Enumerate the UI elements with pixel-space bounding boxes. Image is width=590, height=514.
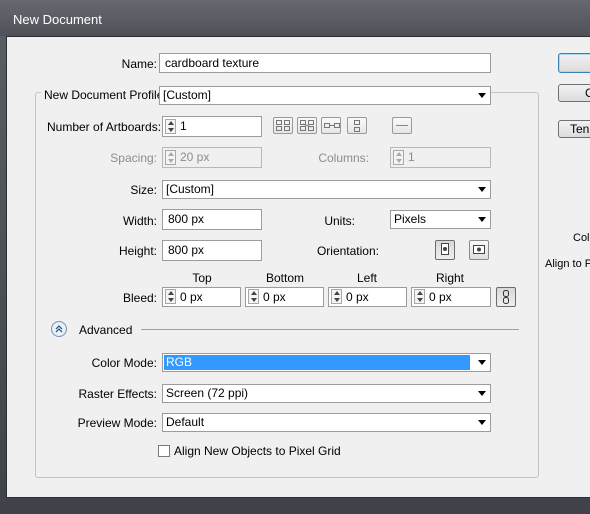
profile-value: [Custom] <box>163 88 212 102</box>
grid-by-row-icon <box>276 120 290 131</box>
spacing-input[interactable]: 20 px <box>162 147 262 168</box>
bleed-top-value: 0 px <box>180 290 203 304</box>
units-value: Pixels <box>394 212 427 226</box>
stepper-icon[interactable] <box>331 289 342 304</box>
name-label: Name: <box>121 57 157 71</box>
bleed-label: Bleed: <box>122 291 157 305</box>
artboards-label: Number of Artboards: <box>47 120 162 134</box>
change-to-rtl-button[interactable] <box>392 117 412 134</box>
chevron-down-icon <box>478 187 486 192</box>
bleed-right-value: 0 px <box>429 290 452 304</box>
advanced-label: Advanced <box>79 323 133 337</box>
width-label: Width: <box>122 214 157 228</box>
stepper-icon[interactable] <box>165 150 176 165</box>
chain-link-icon <box>503 290 509 304</box>
ok-button[interactable] <box>558 53 590 73</box>
columns-input[interactable]: 1 <box>390 147 491 168</box>
raster-effects-label: Raster Effects: <box>78 387 157 401</box>
info-align-text: Align to P <box>545 258 590 270</box>
chevron-down-icon <box>478 360 486 365</box>
width-input[interactable]: 800 px <box>162 209 262 230</box>
stepper-icon[interactable] <box>393 150 404 165</box>
color-mode-label: Color Mode: <box>91 356 157 370</box>
grid-by-column-icon <box>300 120 314 131</box>
title-bar[interactable]: New Document <box>0 0 590 36</box>
raster-effects-value: Screen (72 ppi) <box>166 386 249 400</box>
spacing-label: Spacing: <box>110 151 157 165</box>
cancel-button[interactable]: C <box>558 84 590 102</box>
portrait-icon <box>441 243 449 255</box>
stepper-icon[interactable] <box>248 289 259 304</box>
bleed-right-label: Right <box>435 271 464 285</box>
stepper-icon[interactable] <box>165 289 176 304</box>
preview-mode-value: Default <box>166 415 205 429</box>
units-select[interactable]: Pixels <box>390 210 491 229</box>
artboards-input[interactable]: 1 <box>162 116 262 137</box>
columns-label: Columns: <box>318 151 369 165</box>
info-color-text: Colo <box>573 232 590 244</box>
arrange-by-row-button[interactable] <box>321 117 341 134</box>
orientation-label: Orientation: <box>316 244 379 258</box>
profile-select[interactable]: [Custom] <box>159 86 491 105</box>
portrait-orientation-button[interactable] <box>435 240 455 260</box>
height-label: Height: <box>118 244 157 258</box>
color-mode-value: RGB <box>164 355 470 370</box>
bleed-bottom-input[interactable]: 0 px <box>245 287 324 307</box>
grid-by-row-button[interactable] <box>273 117 293 134</box>
color-mode-select[interactable]: RGB <box>162 353 491 372</box>
bleed-bottom-label: Bottom <box>265 271 304 285</box>
window-title: New Document <box>13 12 102 27</box>
spacing-value: 20 px <box>180 150 210 164</box>
arrange-by-row-icon <box>324 123 340 128</box>
advanced-toggle-button[interactable] <box>51 321 67 337</box>
arrange-by-column-button[interactable] <box>347 117 367 134</box>
stepper-icon[interactable] <box>165 119 176 134</box>
size-select[interactable]: [Custom] <box>162 180 491 199</box>
chevron-down-icon <box>478 217 486 222</box>
bleed-left-value: 0 px <box>346 290 369 304</box>
templates-button[interactable]: Ten <box>558 120 590 138</box>
preview-mode-select[interactable]: Default <box>162 413 491 432</box>
landscape-icon <box>473 245 485 254</box>
bleed-right-input[interactable]: 0 px <box>411 287 491 307</box>
name-input[interactable]: cardboard texture <box>159 53 491 73</box>
bleed-top-input[interactable]: 0 px <box>162 287 241 307</box>
bleed-left-label: Left <box>356 271 377 285</box>
stepper-icon[interactable] <box>414 289 425 304</box>
height-input[interactable]: 800 px <box>162 240 262 261</box>
chevron-down-icon <box>478 391 486 396</box>
dialog-window: New Document Name: cardboard texture New… <box>0 0 590 514</box>
size-value: [Custom] <box>166 182 215 196</box>
chevron-down-icon <box>478 420 486 425</box>
landscape-orientation-button[interactable] <box>469 240 489 260</box>
arrange-by-column-icon <box>354 120 360 132</box>
arrow-right-icon <box>396 125 408 126</box>
raster-effects-select[interactable]: Screen (72 ppi) <box>162 384 491 403</box>
align-pixel-grid-label: Align New Objects to Pixel Grid <box>174 444 341 458</box>
advanced-divider <box>141 329 519 330</box>
chevron-down-icon <box>478 93 486 98</box>
link-bleed-button[interactable] <box>496 287 516 307</box>
bleed-bottom-value: 0 px <box>263 290 286 304</box>
grid-by-column-button[interactable] <box>297 117 317 134</box>
bleed-left-input[interactable]: 0 px <box>328 287 407 307</box>
preview-mode-label: Preview Mode: <box>77 416 157 430</box>
profile-label: New Document Profile: <box>41 88 170 102</box>
dialog-body: Name: cardboard texture New Document Pro… <box>6 36 590 498</box>
bleed-top-label: Top <box>192 271 212 285</box>
collapse-chevrons-icon <box>55 325 63 333</box>
artboards-value: 1 <box>180 119 187 133</box>
units-label: Units: <box>324 214 355 228</box>
size-label: Size: <box>130 183 157 197</box>
columns-value: 1 <box>408 150 415 164</box>
align-pixel-grid-checkbox[interactable] <box>158 445 170 457</box>
